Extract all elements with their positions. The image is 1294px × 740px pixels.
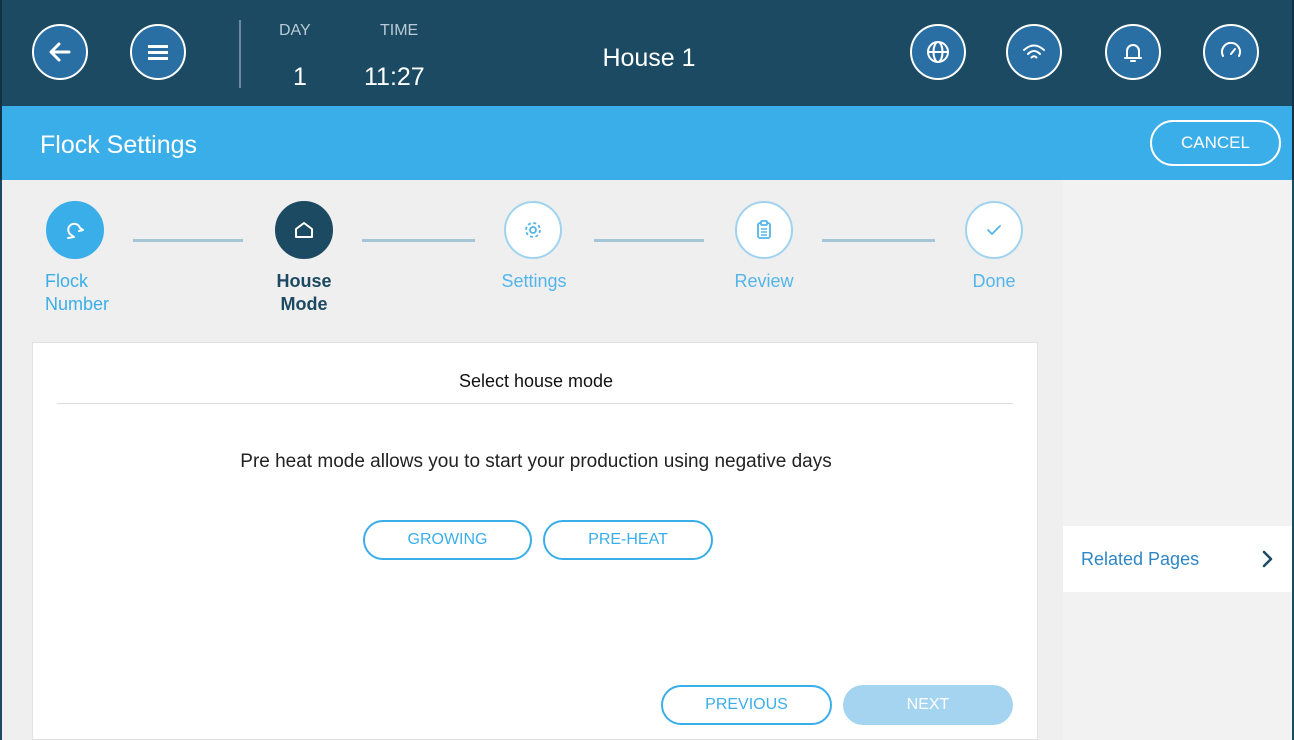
top-header: DAY 1 TIME 11:27 House 1 [0,0,1294,106]
page-header: Flock Settings CANCEL [0,106,1294,180]
step-label-line: Flock [45,271,89,291]
day-value: 1 [293,63,307,91]
previous-button[interactable]: PREVIOUS [661,685,832,725]
divider [57,403,1013,404]
step-label-line: Number [45,294,110,314]
step-label-done: Done [938,270,1050,293]
time-label: TIME [380,22,419,39]
step-house-mode[interactable] [275,201,333,259]
step-review[interactable] [735,201,793,259]
step-label-line: Done [972,271,1016,291]
gear-icon [525,222,541,238]
step-label-line: House [276,271,332,291]
alarms-button[interactable] [1105,24,1161,80]
step-label-line: Mode [280,294,328,314]
clipboard-icon [757,220,771,239]
back-button[interactable] [32,24,88,80]
chevron-right-icon [1262,550,1273,568]
house-mode-card: Select house mode Pre heat mode allows y… [32,342,1038,740]
step-label-review: Review [708,270,820,293]
related-pages-link[interactable]: Related Pages [1063,526,1292,592]
step-done[interactable] [965,201,1023,259]
globe-icon [927,41,949,63]
next-button[interactable]: NEXT [843,685,1013,725]
bird-icon [67,222,84,239]
step-settings[interactable] [504,201,562,259]
step-connector [594,239,704,242]
step-label-settings: Settings [478,270,590,293]
step-connector [822,239,935,242]
step-label-line: Review [734,271,794,291]
page-title: Flock Settings [40,131,198,159]
time-value: 11:27 [364,63,425,91]
card-description: Pre heat mode allows you to start your p… [240,451,832,472]
bell-icon [1124,44,1142,62]
menu-button[interactable] [130,24,186,80]
step-label-line: Settings [501,271,567,291]
step-label-flock-number: Flock Number [28,270,138,316]
step-connector [133,239,243,242]
language-button[interactable] [910,24,966,80]
step-connector [362,239,475,242]
pre-heat-button[interactable]: PRE-HEAT [543,520,713,560]
network-button[interactable] [1006,24,1062,80]
check-icon [987,225,1001,235]
day-label: DAY [279,22,311,39]
step-flock-number[interactable] [46,201,104,259]
house-name: House 1 [602,44,696,72]
card-title: Select house mode [458,371,614,391]
wifi-icon [1023,44,1045,59]
side-panel: Related Pages [1063,180,1294,740]
header-divider [239,20,241,88]
gauge-icon [1221,41,1241,57]
step-label-house-mode: House Mode [248,270,360,316]
growing-button[interactable]: GROWING [363,520,532,560]
arrow-left-icon [49,42,71,62]
house-icon [295,222,313,238]
related-pages-label: Related Pages [1081,549,1200,569]
dashboard-button[interactable] [1203,24,1259,80]
menu-icon [148,45,168,60]
cancel-button[interactable]: CANCEL [1150,120,1281,166]
